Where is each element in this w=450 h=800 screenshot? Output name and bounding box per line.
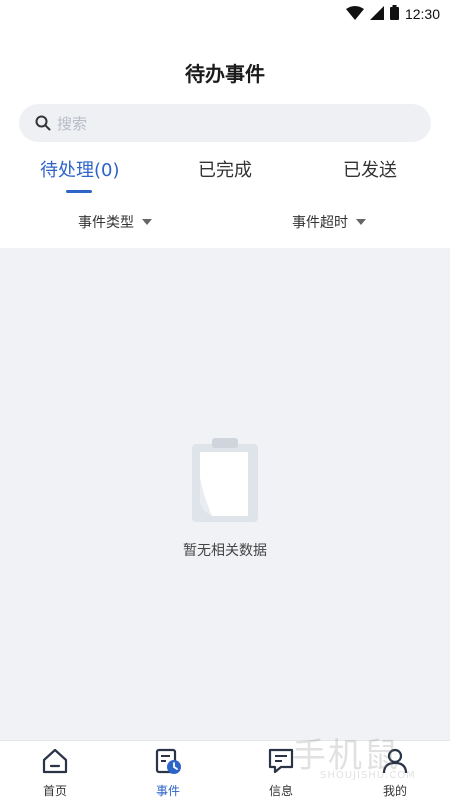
event-icon: [154, 747, 182, 779]
nav-messages-label: 信息: [268, 784, 293, 798]
status-bar: 12:30: [0, 0, 450, 28]
home-icon: [41, 747, 69, 779]
nav-profile-label: 我的: [382, 784, 407, 798]
empty-message: 暂无相关数据: [183, 543, 267, 559]
search-input[interactable]: 搜索: [57, 113, 87, 134]
event-list: 暂无相关数据: [0, 248, 450, 740]
bottom-nav: 首页 事件 信息 我的: [0, 740, 450, 800]
message-icon: [267, 747, 295, 779]
status-icons: 12:30: [345, 4, 440, 24]
tab-pending[interactable]: 待处理(0): [40, 156, 120, 182]
nav-events[interactable]: 事件: [138, 747, 198, 799]
search-icon: [35, 115, 51, 131]
battery-icon: [389, 4, 399, 24]
tab-completed[interactable]: 已完成: [198, 156, 252, 182]
event-timeout-filter[interactable]: 事件超时: [292, 212, 366, 232]
filter-bar: 事件类型 事件超时: [0, 198, 450, 246]
header: 待办事件: [0, 28, 450, 104]
person-icon: [381, 747, 409, 779]
event-type-label: 事件类型: [78, 215, 134, 231]
caret-down-icon: [142, 219, 152, 225]
tab-sent[interactable]: 已发送: [343, 156, 397, 182]
tab-bar: 待处理(0) 已完成 已发送: [0, 148, 450, 198]
caret-down-icon: [356, 219, 366, 225]
status-time: 12:30: [404, 6, 440, 22]
clipboard-icon: [190, 438, 260, 528]
nav-home-label: 首页: [42, 784, 67, 798]
nav-messages[interactable]: 信息: [251, 747, 311, 799]
nav-home[interactable]: 首页: [25, 747, 85, 799]
nav-events-label: 事件: [155, 784, 180, 798]
page-title: 待办事件: [185, 62, 265, 86]
nav-profile[interactable]: 我的: [365, 747, 425, 799]
search-bar[interactable]: 搜索: [19, 104, 431, 142]
event-type-filter[interactable]: 事件类型: [78, 212, 152, 232]
signal-icon: [369, 5, 384, 24]
tab-indicator: [66, 190, 92, 193]
empty-state: 暂无相关数据: [0, 438, 450, 560]
event-timeout-label: 事件超时: [292, 215, 348, 231]
wifi-icon: [345, 5, 364, 24]
